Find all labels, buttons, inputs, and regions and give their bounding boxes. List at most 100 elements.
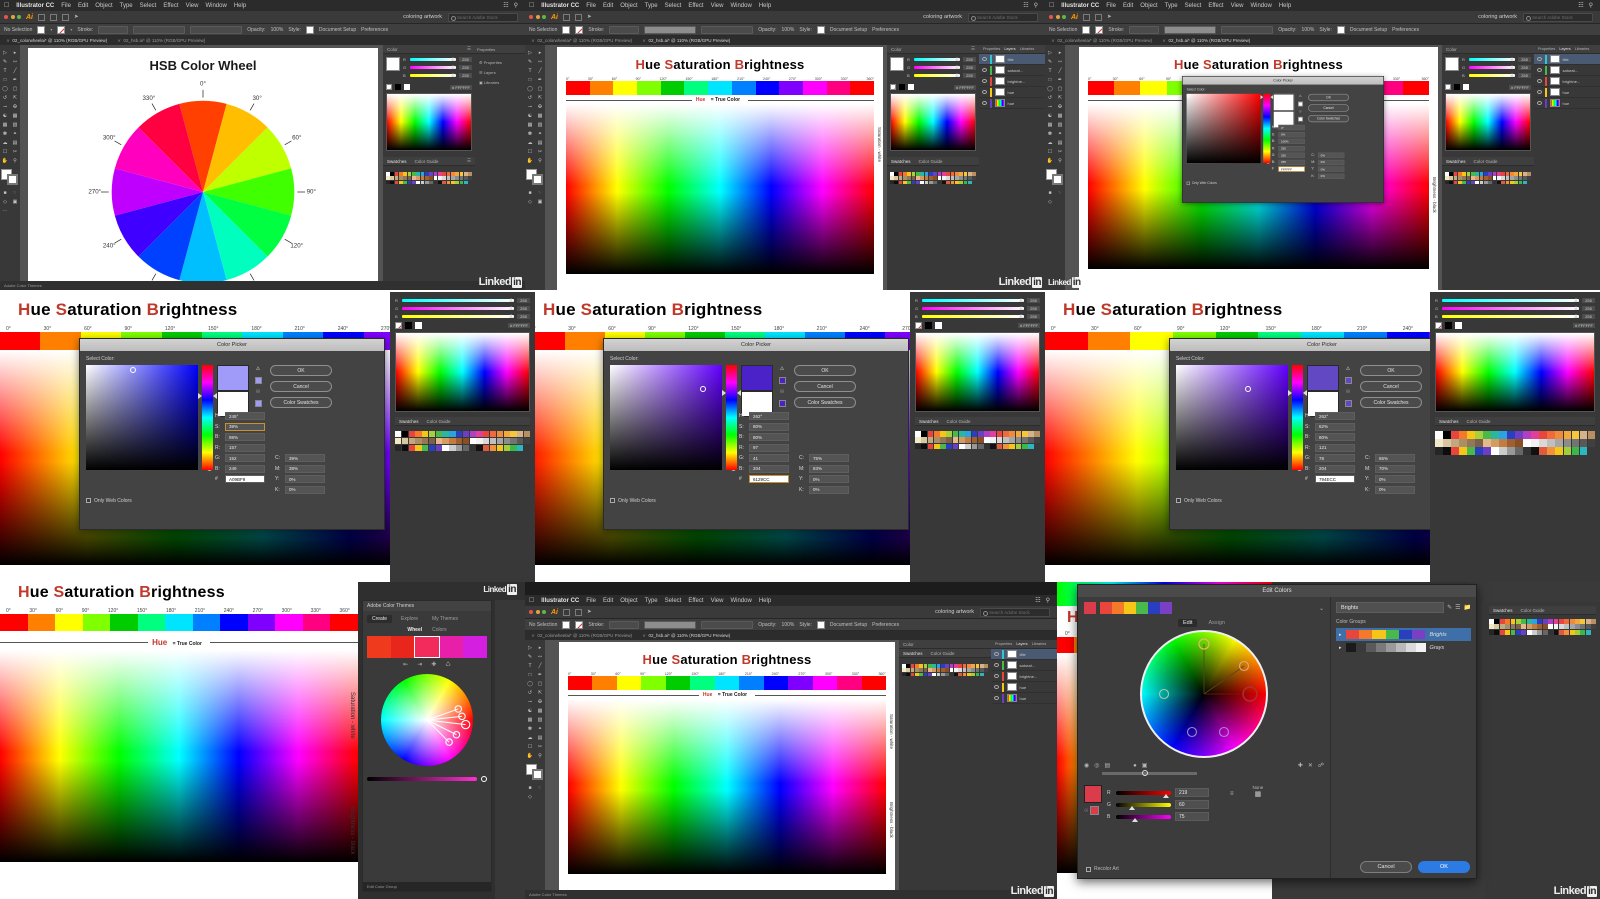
swatch[interactable] [923, 664, 928, 668]
input-s[interactable]: 80% [749, 422, 789, 431]
fill-stroke-indicator[interactable] [526, 764, 544, 780]
dock-item-libraries[interactable]: ▣ Libraries [479, 78, 521, 88]
g-value[interactable]: 255 [963, 65, 976, 70]
column-graph-icon[interactable]: ▤ [10, 138, 20, 147]
swatch[interactable] [390, 180, 395, 185]
mesh-tool-icon[interactable]: ▦ [0, 120, 10, 129]
eye-icon[interactable] [994, 652, 999, 656]
swatch[interactable] [1435, 431, 1443, 439]
swatch[interactable] [1542, 619, 1548, 624]
b-slider[interactable] [914, 72, 960, 77]
swatch[interactable] [420, 180, 425, 185]
swatch[interactable] [1585, 619, 1591, 624]
wheel-size-small-icon[interactable]: ● [1133, 763, 1137, 769]
swatch[interactable] [415, 431, 422, 438]
swatch[interactable] [415, 437, 422, 445]
dock-item-properties[interactable]: ⚙ Properties [479, 58, 521, 68]
input-c[interactable]: 65% [1375, 454, 1415, 462]
swatch[interactable] [936, 668, 941, 673]
window-controls[interactable] [529, 610, 546, 614]
swatch[interactable] [420, 176, 425, 181]
save-group-icon[interactable]: ☰ [1455, 604, 1460, 611]
swatch[interactable] [977, 437, 984, 444]
swatch[interactable] [411, 180, 416, 185]
swatch[interactable] [979, 668, 984, 673]
swatch[interactable] [972, 176, 977, 181]
swatch[interactable] [927, 668, 932, 673]
swatch[interactable] [1488, 180, 1493, 185]
swatch[interactable] [1453, 172, 1458, 176]
layers-list[interactable]: title saturat... brightne... hue hue [991, 649, 1057, 704]
g-value[interactable]: 255 [1518, 65, 1531, 70]
swatch[interactable] [437, 180, 442, 185]
swatches-panel[interactable] [383, 166, 475, 187]
free-transform-icon[interactable]: ✠ [10, 102, 20, 111]
swatch[interactable] [401, 444, 409, 451]
swatch[interactable] [979, 664, 984, 668]
wheel-brightness-slider[interactable] [1102, 770, 1197, 776]
scale-tool-icon[interactable]: ⇱ [1055, 93, 1065, 102]
group-color[interactable] [1136, 602, 1148, 614]
shaper-tool-icon[interactable]: ◯ [0, 84, 10, 93]
color-picker-dialog[interactable]: Color Picker Select Color: ⚠ ☉ OK Cancel… [603, 338, 909, 530]
swatch[interactable] [949, 664, 954, 668]
input-bl[interactable]: 204 [1315, 464, 1355, 473]
layer-row[interactable]: title [1534, 54, 1600, 65]
selection-tool-icon[interactable]: ▷ [525, 643, 535, 652]
eye-icon[interactable] [1537, 57, 1542, 61]
swatch[interactable] [1483, 439, 1491, 447]
hand-tool-icon[interactable]: ✋ [525, 751, 535, 760]
ok-button[interactable]: OK [1308, 93, 1349, 102]
menu-object[interactable]: Object [1140, 3, 1157, 9]
input-hex[interactable]: 6129CC [749, 475, 789, 483]
swatch[interactable] [933, 437, 940, 444]
swatch[interactable] [1483, 176, 1488, 181]
only-web-colors-row[interactable]: Only Web Colors [1176, 498, 1468, 504]
swatch[interactable] [1470, 172, 1475, 176]
swatch[interactable] [1491, 431, 1499, 439]
blend-tool-icon[interactable]: ⚭ [1055, 129, 1065, 138]
theme-color-swatch[interactable] [390, 636, 415, 658]
swatch[interactable] [450, 172, 455, 176]
picker-field-y[interactable]: Y: 0% [799, 475, 849, 483]
swatch[interactable] [449, 437, 456, 445]
swatch[interactable] [1009, 437, 1015, 444]
color-swatches-button[interactable]: Color Swatches [1360, 397, 1422, 408]
wheel-mode-tools[interactable]: ◉ ◎ ▤ ● ▣ ✚ ✕ ☍ [1084, 762, 1324, 770]
swatch[interactable] [1526, 619, 1532, 624]
swatch[interactable] [894, 172, 899, 176]
swatch[interactable] [906, 668, 911, 673]
menu-view[interactable]: View [711, 598, 724, 604]
eye-icon[interactable] [1537, 90, 1542, 94]
gradient-mode-icon[interactable]: ◾ [535, 783, 545, 792]
tab-libraries[interactable]: Libraries [1575, 47, 1590, 51]
picker-field-c[interactable]: C: 39% [275, 454, 325, 462]
group-color[interactable] [1148, 602, 1160, 614]
swatch[interactable] [1475, 180, 1480, 185]
r-slider[interactable] [914, 56, 960, 61]
picker-field-r[interactable]: R: 255 [1266, 145, 1305, 151]
swatch[interactable] [890, 172, 894, 176]
shaper-tool-icon[interactable]: ◯ [1045, 84, 1055, 93]
swatch[interactable] [945, 672, 950, 677]
document-tab-1[interactable]: ✕ 02_colorwheelai* @ 110% (RGB/GPU Previe… [531, 38, 632, 43]
swatch[interactable] [1523, 447, 1531, 455]
swatch[interactable] [1470, 176, 1475, 181]
perspective-grid-icon[interactable]: ▦ [535, 706, 545, 715]
swatch[interactable] [936, 664, 941, 668]
r-value[interactable]: 255 [517, 298, 530, 303]
pen-tool-icon[interactable]: ✎ [525, 652, 535, 661]
swatch[interactable] [1483, 431, 1491, 439]
swatch[interactable] [1494, 619, 1500, 624]
swatch[interactable] [984, 437, 990, 444]
swatch[interactable] [933, 431, 940, 437]
fill-color-swatch[interactable] [890, 57, 904, 71]
swatch[interactable] [455, 172, 460, 176]
artboard-tool-icon[interactable]: ☐ [525, 742, 535, 751]
eye-icon[interactable] [982, 101, 987, 105]
swatch[interactable] [1521, 629, 1527, 635]
tab-color-guide[interactable]: Color Guide [931, 651, 955, 656]
hex-value[interactable]: # FFFFFF [449, 84, 472, 90]
eye-icon[interactable] [994, 674, 999, 678]
swatch[interactable] [1491, 439, 1499, 447]
